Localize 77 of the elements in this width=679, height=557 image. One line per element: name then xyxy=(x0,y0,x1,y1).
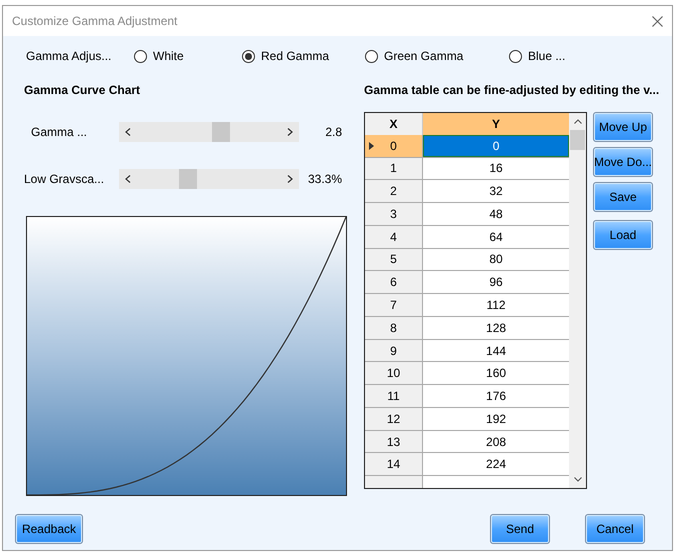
action-button[interactable]: Cancel xyxy=(585,514,645,544)
table-title: Gamma table can be fine-adjusted by editing the v... xyxy=(364,82,660,99)
row-header-cell: 3 xyxy=(365,203,423,225)
row-header-cell: 13 xyxy=(365,430,423,452)
action-button[interactable]: Send xyxy=(490,514,550,544)
action-button[interactable]: Move Up xyxy=(593,112,653,142)
row-header-cell: 0 xyxy=(365,134,423,157)
action-button[interactable]: Save xyxy=(593,182,653,212)
table-row[interactable]: 8 128 xyxy=(365,316,570,340)
table-cell[interactable]: 112 xyxy=(423,294,570,316)
table-row[interactable]: 12 192 xyxy=(365,408,570,431)
radio-option[interactable]: Red Gamma xyxy=(242,47,365,65)
table-cell[interactable]: 0 xyxy=(423,134,570,157)
table-cell[interactable]: 192 xyxy=(423,408,570,430)
gamma-adjust-label: Gamma Adjus... xyxy=(26,48,112,65)
table-row[interactable]: 6 96 xyxy=(365,271,570,294)
table-row[interactable]: 7 112 xyxy=(365,294,570,317)
slider-label: Gamma ... xyxy=(30,124,88,141)
slider[interactable] xyxy=(119,122,299,142)
slider-label: Low Gravsca... xyxy=(24,171,106,188)
row-header-cell: 10 xyxy=(365,362,423,384)
table-cell[interactable]: 208 xyxy=(423,430,570,452)
slider[interactable] xyxy=(119,169,299,189)
row-header-cell: 8 xyxy=(365,316,423,339)
row-header-cell: 14 xyxy=(365,453,423,476)
row-header-cell: 11 xyxy=(365,385,423,407)
radio-option[interactable]: White xyxy=(134,47,242,65)
row-header-cell: 7 xyxy=(365,294,423,316)
window-title: Customize Gamma Adjustment xyxy=(12,13,178,30)
row-header-cell xyxy=(365,476,423,488)
slider-thumb[interactable] xyxy=(212,122,230,142)
slider-reading: 33.3% xyxy=(306,171,342,188)
action-button[interactable]: Load xyxy=(593,220,653,250)
table-row[interactable]: 11 176 xyxy=(365,385,570,408)
row-pointer-icon xyxy=(369,142,374,150)
column-header: Y xyxy=(423,113,570,135)
table-cell[interactable]: 32 xyxy=(423,180,570,202)
table-row[interactable]: 13 208 xyxy=(365,430,570,454)
table-row[interactable]: 0 0 xyxy=(365,134,570,158)
row-header-cell: 1 xyxy=(365,158,423,180)
table-cell[interactable]: 16 xyxy=(423,158,570,180)
table-cell[interactable]: 128 xyxy=(423,316,570,339)
scroll-down-icon[interactable] xyxy=(574,477,582,482)
table-row[interactable]: 5 80 xyxy=(365,248,570,272)
row-header-cell: 6 xyxy=(365,271,423,294)
row-header-cell: 9 xyxy=(365,340,423,362)
chart-title: Gamma Curve Chart xyxy=(24,82,142,99)
table-cell[interactable]: 176 xyxy=(423,385,570,407)
table-row[interactable]: 14 224 xyxy=(365,453,570,476)
scroll-up-icon[interactable] xyxy=(574,119,582,124)
table-cell[interactable]: 224 xyxy=(423,453,570,476)
table-cell[interactable]: 96 xyxy=(423,271,570,294)
scrollbar-thumb[interactable] xyxy=(570,130,586,150)
table-cell[interactable]: 64 xyxy=(423,226,570,248)
table-cell[interactable]: 144 xyxy=(423,340,570,362)
table-row[interactable]: 2 32 xyxy=(365,180,570,204)
close-icon[interactable] xyxy=(652,16,663,26)
action-button[interactable]: Readback xyxy=(15,514,83,544)
row-header-cell: 2 xyxy=(365,180,423,202)
row-header-cell: 4 xyxy=(365,226,423,248)
row-header-cell: 5 xyxy=(365,248,423,270)
slider-reading: 2.8 xyxy=(324,124,342,141)
table-row[interactable]: 4 64 xyxy=(365,226,570,249)
table-cell[interactable]: 48 xyxy=(423,203,570,225)
action-button[interactable]: Move Do... xyxy=(593,147,653,177)
table-cell[interactable]: 80 xyxy=(423,248,570,270)
table-cell[interactable]: 160 xyxy=(423,362,570,384)
slider-thumb[interactable] xyxy=(178,169,197,189)
table-row[interactable]: 10 160 xyxy=(365,362,570,386)
table-row[interactable]: 9 144 xyxy=(365,340,570,362)
table-row[interactable]: 1 16 xyxy=(365,158,570,180)
radio-option[interactable]: Green Gamma xyxy=(365,47,509,65)
scrollbar[interactable] xyxy=(569,113,586,488)
column-header: X xyxy=(365,113,423,135)
row-header-cell: 12 xyxy=(365,408,423,430)
table-row[interactable]: 3 48 xyxy=(365,203,570,226)
radio-option[interactable]: Blue ... xyxy=(509,47,653,65)
